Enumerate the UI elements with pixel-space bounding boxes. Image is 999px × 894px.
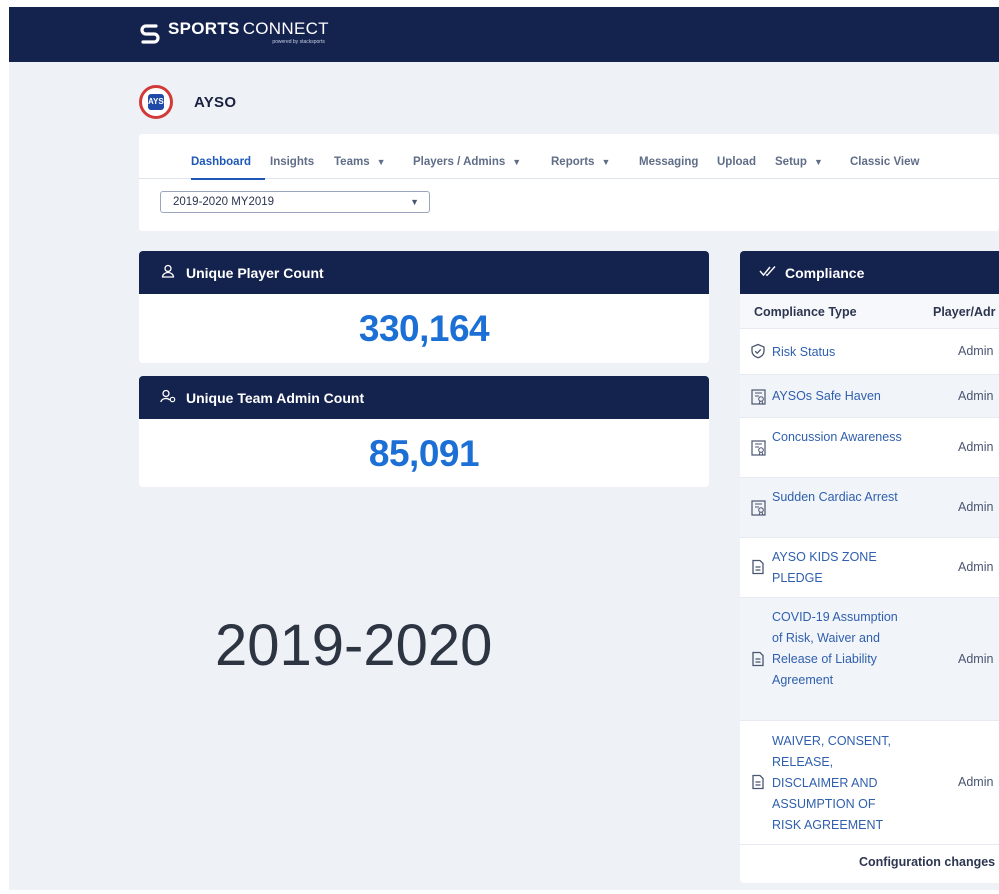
player-admin-value: Admin (958, 389, 994, 403)
card-title: Unique Team Admin Count (186, 389, 365, 406)
compliance-type-name[interactable]: WAIVER, CONSENT, RELEASE, DISCLAIMER AND… (772, 731, 902, 836)
tab-insights[interactable]: Insights (270, 156, 314, 168)
chevron-down-icon: ▼ (376, 157, 386, 167)
compliance-type-name[interactable]: Concussion Awareness (772, 427, 902, 448)
card-title: Unique Player Count (186, 264, 324, 281)
document-icon (750, 559, 768, 577)
chevron-down-icon: ▼ (813, 157, 823, 167)
compliance-type-name[interactable]: AYSOs Safe Haven (772, 386, 902, 407)
tab-setup[interactable]: Setup ▼ (775, 156, 823, 168)
sports-connect-logo[interactable]: SPORTS CONNECT powered by stacksports (137, 20, 329, 48)
card-header: Unique Team Admin Count (139, 376, 709, 419)
player-admin-value: Admin (958, 440, 994, 454)
top-navigation-bar: SPORTS CONNECT powered by stacksports (9, 7, 999, 62)
training-certificate-icon (750, 439, 768, 457)
user-gear-icon (160, 389, 176, 406)
tab-upload[interactable]: Upload (717, 156, 756, 168)
card-header: Compliance (740, 251, 999, 294)
column-header-compliance-type[interactable]: Compliance Type (754, 305, 857, 319)
unique-player-count-card: Unique Player Count 330,164 (139, 251, 709, 363)
ayso-badge-text: AYSO (148, 94, 170, 110)
table-row[interactable]: AYSOs Safe Haven Admin (740, 375, 999, 418)
season-select[interactable]: 2019-2020 MY2019 ▼ (160, 191, 430, 213)
ayso-badge-icon: AYSO (139, 85, 173, 119)
tab-label: Reports (551, 156, 595, 168)
brand-name-light: CONNECT (242, 19, 329, 38)
card-header: Unique Player Count (139, 251, 709, 294)
document-icon (750, 774, 768, 792)
shield-check-icon (750, 343, 768, 361)
compliance-footer: Configuration changes (740, 846, 999, 883)
tab-label: Teams (334, 156, 370, 168)
season-watermark: 2019-2020 (215, 613, 493, 678)
compliance-type-name[interactable]: Sudden Cardiac Arrest (772, 487, 902, 508)
compliance-table: Compliance Type Player/Adr Risk Status Ad… (740, 294, 999, 845)
table-row[interactable]: WAIVER, CONSENT, RELEASE, DISCLAIMER AND… (740, 721, 999, 845)
compliance-type-name[interactable]: AYSO KIDS ZONE PLEDGE (772, 547, 902, 589)
organization-name: AYSO (194, 93, 237, 111)
configuration-changes-link[interactable]: Configuration changes (859, 855, 995, 869)
brand-tagline: powered by stacksports (272, 39, 325, 45)
double-check-icon (759, 265, 776, 280)
player-admin-value: Admin (958, 560, 994, 574)
compliance-type-name[interactable]: COVID-19 Assumption of Risk, Waiver and … (772, 607, 902, 691)
tab-teams[interactable]: Teams ▼ (334, 156, 386, 168)
player-admin-value: Admin (958, 775, 994, 789)
player-admin-value: Admin (958, 652, 994, 666)
tab-players-admins[interactable]: Players / Admins ▼ (413, 156, 521, 168)
tab-reports[interactable]: Reports ▼ (551, 156, 610, 168)
tab-dashboard[interactable]: Dashboard (191, 156, 251, 168)
table-row[interactable]: Sudden Cardiac Arrest Admin (740, 478, 999, 538)
table-row[interactable]: Concussion Awareness Admin (740, 418, 999, 478)
player-admin-value: Admin (958, 500, 994, 514)
column-header-player-admin[interactable]: Player/Adr (933, 305, 996, 319)
player-count-value: 330,164 (358, 308, 490, 349)
tab-label: Setup (775, 156, 807, 168)
document-icon (750, 651, 768, 669)
tab-label: Insights (270, 156, 315, 168)
table-row[interactable]: Risk Status Admin (740, 329, 999, 375)
compliance-type-name[interactable]: Risk Status (772, 342, 902, 363)
card-title: Compliance (785, 264, 865, 281)
chevron-down-icon: ▼ (601, 157, 611, 167)
table-row[interactable]: AYSO KIDS ZONE PLEDGE Admin (740, 538, 999, 598)
active-tab-indicator (191, 178, 265, 180)
compliance-card: Compliance Compliance Type Player/Adr Ri… (740, 251, 999, 883)
brand-name-bold: SPORTS (168, 19, 240, 38)
admin-count-value: 85,091 (368, 433, 480, 474)
navigation-card: Dashboard Insights Teams ▼ Players / Admins ▼… (139, 134, 999, 231)
tab-label: Messaging (639, 156, 699, 168)
table-header-row: Compliance Type Player/Adr (740, 294, 999, 329)
table-row[interactable]: COVID-19 Assumption of Risk, Waiver and … (740, 598, 999, 721)
unique-team-admin-count-card: Unique Team Admin Count 85,091 (139, 376, 709, 487)
user-icon (160, 264, 176, 281)
tab-label: Players / Admins (413, 156, 506, 168)
tab-bar-divider (139, 178, 999, 179)
chevron-down-icon: ▼ (512, 157, 522, 167)
main-tab-bar: Dashboard Insights Teams ▼ Players / Admins ▼… (139, 134, 999, 179)
tab-classic-view[interactable]: Classic View (850, 156, 919, 168)
season-select-value: 2019-2020 MY2019 (173, 196, 275, 208)
tab-label: Dashboard (191, 156, 252, 168)
tab-label: Upload (717, 156, 756, 168)
training-certificate-icon (750, 499, 768, 517)
organization-header: AYSO AYSO (139, 85, 236, 119)
training-certificate-icon (750, 388, 768, 406)
tab-label: Classic View (850, 156, 920, 168)
chevron-down-icon: ▼ (410, 197, 419, 207)
player-admin-value: Admin (958, 344, 994, 358)
sports-connect-logo-icon (140, 24, 160, 44)
tab-messaging[interactable]: Messaging (639, 156, 698, 168)
app-window: SPORTS CONNECT powered by stacksports AYS… (9, 7, 999, 890)
